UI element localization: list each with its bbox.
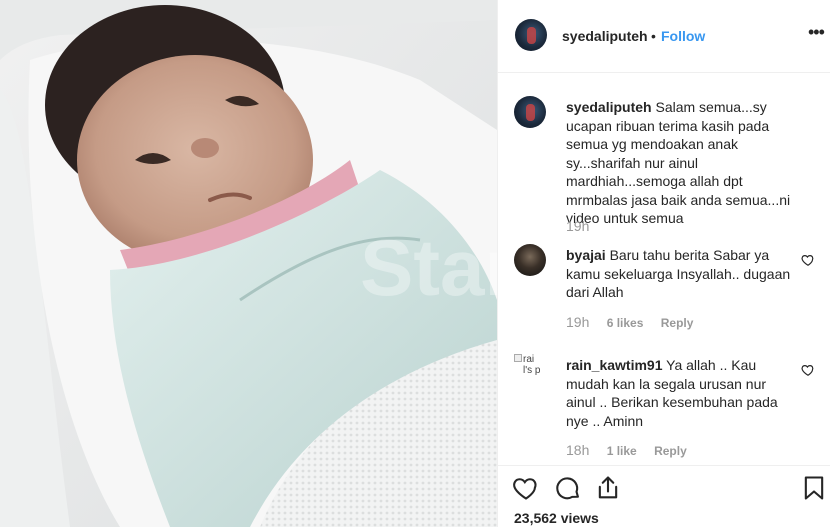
heart-icon[interactable] (512, 474, 540, 502)
reply-button[interactable]: Reply (661, 316, 694, 330)
caption-time[interactable]: 19h (566, 218, 589, 234)
like-comment-heart-icon[interactable] (801, 363, 815, 377)
caption-meta: 19h (566, 218, 589, 234)
post-media[interactable]: Star (0, 0, 497, 527)
comment-icon[interactable] (554, 474, 582, 502)
comment-likes[interactable]: 6 likes (607, 316, 644, 330)
comment-time[interactable]: 19h (566, 314, 589, 330)
avatar-alt-text: rai l's p (523, 354, 541, 376)
comments-list[interactable]: syedaliputeh Salam semua...sy ucapan rib… (498, 74, 830, 464)
view-count[interactable]: 23,562 views (514, 510, 599, 526)
comment-username[interactable]: rain_kawtim91 (566, 357, 663, 373)
comment-time[interactable]: 18h (566, 442, 589, 458)
caption: syedaliputeh Salam semua...sy ucapan rib… (498, 96, 830, 246)
post-header: syedaliputeh • Follow ••• (498, 0, 830, 73)
commenter-avatar[interactable] (514, 244, 546, 276)
bookmark-icon[interactable] (800, 474, 828, 502)
follow-button[interactable]: Follow (661, 28, 705, 44)
broken-image-icon (514, 354, 522, 362)
reply-button[interactable]: Reply (654, 444, 687, 458)
baby-photo (0, 0, 497, 527)
post-side-panel: syedaliputeh • Follow ••• syedaliputeh S… (497, 0, 830, 527)
owner-username[interactable]: syedaliputeh (562, 28, 648, 44)
share-icon[interactable] (594, 474, 622, 502)
comment-item: rai l's p rain_kawtim91 Ya allah .. Kau … (498, 354, 830, 464)
comment-meta: 19h 6 likes Reply (566, 314, 693, 330)
action-bar: 23,562 views (498, 465, 830, 527)
comment-likes[interactable]: 1 like (607, 444, 637, 458)
comment-username[interactable]: byajai (566, 247, 606, 263)
caption-text: syedaliputeh Salam semua...sy ucapan rib… (566, 98, 791, 228)
comment-meta: 18h 1 like Reply (566, 442, 687, 458)
comment-text: byajai Baru tahu berita Sabar ya kamu se… (566, 246, 791, 302)
comment-item: byajai Baru tahu berita Sabar ya kamu se… (498, 244, 830, 339)
separator-dot: • (651, 28, 656, 44)
caption-avatar[interactable] (514, 96, 546, 128)
more-options-icon[interactable]: ••• (808, 22, 825, 43)
comment-text: rain_kawtim91 Ya allah .. Kau mudah kan … (566, 356, 791, 430)
like-comment-heart-icon[interactable] (801, 253, 815, 267)
caption-body: Salam semua...sy ucapan ribuan terima ka… (566, 99, 791, 226)
owner-avatar[interactable] (515, 19, 547, 51)
caption-username[interactable]: syedaliputeh (566, 99, 652, 115)
commenter-avatar[interactable]: rai l's p (514, 354, 546, 386)
